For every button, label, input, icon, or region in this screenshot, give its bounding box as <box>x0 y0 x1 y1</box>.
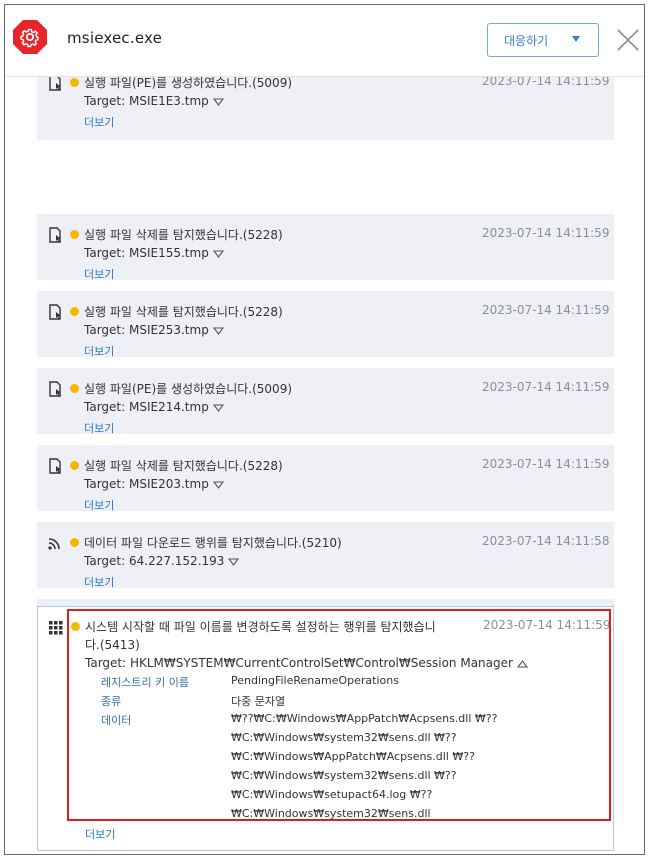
severity-dot <box>70 538 79 547</box>
more-link[interactable]: 더보기 <box>84 266 114 282</box>
registry-icon <box>48 619 64 635</box>
panel-header: msiexec.exe 대응하기 <box>5 5 644 77</box>
target-text: Target: MSIE253.tmp <box>84 323 209 337</box>
file-icon <box>47 458 63 474</box>
more-link[interactable]: 더보기 <box>84 574 114 590</box>
event-target: Target: HKLM₩SYSTEM₩CurrentControlSet₩Co… <box>85 656 528 670</box>
detail-value: 다중 문자열 <box>231 695 286 708</box>
event-message: 실행 파일(PE)를 생성하였습니다.(5009) <box>84 382 293 396</box>
event-message: 실행 파일 삭제를 탐지했습니다.(5228) <box>84 459 283 473</box>
event-message: 데이터 파일 다운로드 행위를 탐지했습니다.(5210) <box>84 536 342 550</box>
event-time: 2023-07-14 14:11:59 <box>482 380 610 394</box>
event-item-selected[interactable]: 시스템 시작할 때 파일 이름를 변경하도록 설정하는 행위를 탐지했습니다.(… <box>37 606 614 851</box>
more-link[interactable]: 더보기 <box>84 420 114 436</box>
event-item[interactable]: 실행 파일 삭제를 탐지했습니다.(5228) 2023-07-14 14:11:… <box>37 214 614 282</box>
more-link[interactable]: 더보기 <box>84 343 114 359</box>
event-item[interactable]: 실행 파일(PE)를 생성하였습니다.(5009) 2023-07-14 14:1… <box>37 368 614 436</box>
detail-value-continuation: ₩C:₩Windows₩system32₩sens.dll ₩?? <box>231 769 457 782</box>
respond-label: 대응하기 <box>504 33 549 48</box>
expand-triangle-icon[interactable] <box>212 326 224 335</box>
more-link[interactable]: 더보기 <box>85 826 115 842</box>
detail-value: ₩??₩C:₩Windows₩AppPatch₩Acpsens.dll ₩?? <box>231 712 498 725</box>
event-item[interactable]: 실행 파일 삭제를 탐지했습니다.(5228) 2023-07-14 14:11:… <box>37 445 614 513</box>
target-text: Target: MSIE155.tmp <box>84 246 209 260</box>
process-title: msiexec.exe <box>67 29 163 47</box>
severity-dot <box>70 307 79 316</box>
wifi-icon <box>47 535 63 551</box>
event-time: 2023-07-14 14:11:58 <box>482 534 610 548</box>
detail-value-continuation: ₩C:₩Windows₩AppPatch₩Acpsens.dll ₩?? <box>231 750 475 763</box>
detail-label: 데이터 <box>101 714 132 727</box>
close-icon[interactable] <box>615 27 641 53</box>
target-text: Target: 64.227.152.193 <box>84 554 225 568</box>
file-icon <box>47 75 63 91</box>
target-text: Target: HKLM₩SYSTEM₩CurrentControlSet₩Co… <box>85 656 513 670</box>
severity-dot <box>70 461 79 470</box>
expand-triangle-icon[interactable] <box>212 249 224 258</box>
expand-triangle-icon[interactable] <box>212 97 224 106</box>
detail-label: 종류 <box>101 695 122 708</box>
event-target: Target: MSIE214.tmp <box>84 400 224 414</box>
event-time: 2023-07-14 14:11:59 <box>483 618 611 632</box>
event-item[interactable]: 데이터 파일 다운로드 행위를 탐지했습니다.(5210) 2023-07-14 … <box>37 522 614 590</box>
detail-value-continuation: ₩C:₩Windows₩system32₩sens.dll <box>231 807 431 820</box>
collapse-triangle-icon[interactable] <box>516 659 528 668</box>
event-target: Target: MSIE253.tmp <box>84 323 224 337</box>
detail-value-continuation: ₩C:₩Windows₩system32₩sens.dll ₩?? <box>231 731 457 744</box>
event-target: Target: MSIE155.tmp <box>84 246 224 260</box>
event-target: Target: 64.227.152.193 <box>84 554 240 568</box>
target-text: Target: MSIE1E3.tmp <box>84 94 209 108</box>
caret-down-icon <box>572 36 580 42</box>
severity-dot <box>71 622 80 631</box>
expand-triangle-icon[interactable] <box>212 480 224 489</box>
detail-value: PendingFileRenameOperations <box>231 674 399 687</box>
target-text: Target: MSIE203.tmp <box>84 477 209 491</box>
more-link[interactable]: 더보기 <box>84 114 114 130</box>
event-message: 실행 파일 삭제를 탐지했습니다.(5228) <box>84 305 283 319</box>
event-target: Target: MSIE1E3.tmp <box>84 94 224 108</box>
event-message-line1: 시스템 시작할 때 파일 이름를 변경하도록 설정하는 행위를 탐지했습니 <box>85 620 436 634</box>
event-item[interactable]: 실행 파일 삭제를 탐지했습니다.(5228) 2023-07-14 14:11:… <box>37 291 614 359</box>
event-time: 2023-07-14 14:11:59 <box>482 457 610 471</box>
respond-dropdown-button[interactable]: 대응하기 <box>487 23 599 57</box>
file-icon <box>47 381 63 397</box>
file-icon <box>47 304 63 320</box>
severity-dot <box>70 230 79 239</box>
event-time: 2023-07-14 14:11:59 <box>482 303 610 317</box>
target-text: Target: MSIE214.tmp <box>84 400 209 414</box>
severity-dot <box>70 384 79 393</box>
alert-detail-panel: msiexec.exe 대응하기 실행 파일(PE)를 생성하였습니다.(500… <box>4 4 645 855</box>
file-icon <box>47 227 63 243</box>
event-target: Target: MSIE203.tmp <box>84 477 224 491</box>
expand-triangle-icon[interactable] <box>228 557 240 566</box>
event-time: 2023-07-14 14:11:59 <box>482 226 610 240</box>
severity-dot <box>70 78 79 87</box>
detail-value-continuation: ₩C:₩Windows₩setupact64.log ₩?? <box>231 788 433 801</box>
expand-triangle-icon[interactable] <box>212 403 224 412</box>
event-message-line2: 다.(5413) <box>85 638 140 652</box>
detail-label: 레지스트리 키 이름 <box>101 676 189 689</box>
more-link[interactable]: 더보기 <box>84 497 114 513</box>
gear-icon <box>13 20 47 54</box>
event-message: 실행 파일 삭제를 탐지했습니다.(5228) <box>84 228 283 242</box>
